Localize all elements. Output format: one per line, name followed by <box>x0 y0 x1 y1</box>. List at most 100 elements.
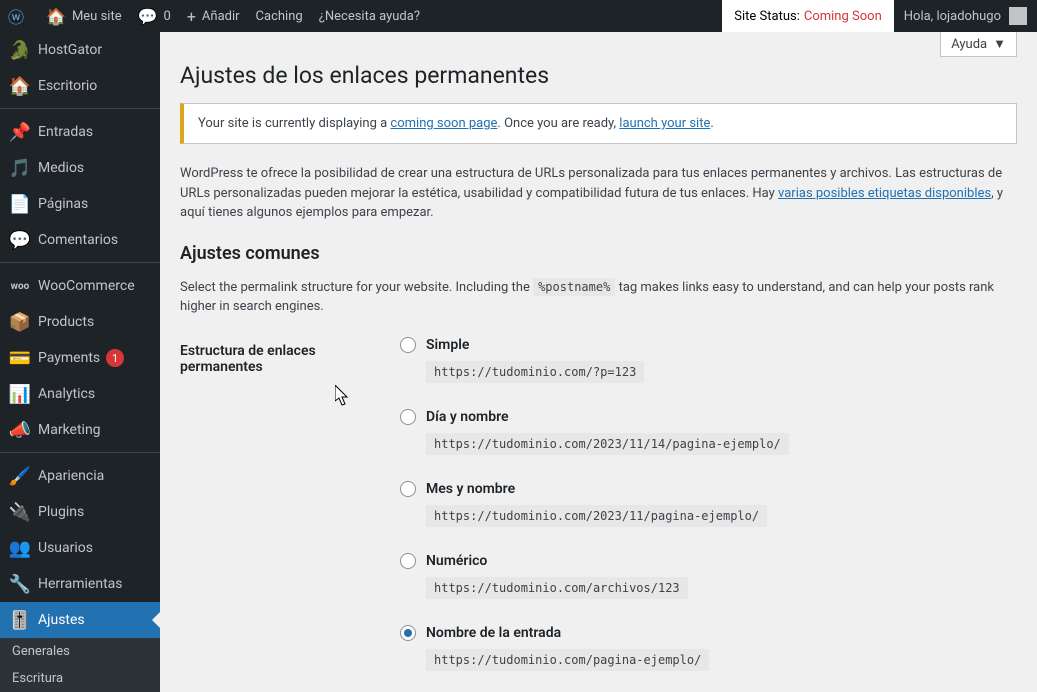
submenu-item-writing[interactable]: Escritura <box>0 665 160 692</box>
site-link[interactable]: 🏠Meu site <box>38 0 130 32</box>
pin-icon: 📌 <box>10 122 30 142</box>
radio-label[interactable]: Mes y nombre <box>426 481 515 497</box>
hostgator-icon: 🐊 <box>10 40 30 60</box>
sidebar-item-tools[interactable]: 🔧Herramientas <box>0 566 160 602</box>
dashboard-icon: 🏠 <box>10 76 30 96</box>
wp-logo[interactable]: ⓦ <box>0 0 38 32</box>
menu-separator <box>0 258 160 263</box>
sidebar-item-appearance[interactable]: 🖌️ Apariencia <box>0 458 160 494</box>
radio-label[interactable]: Numérico <box>426 553 487 569</box>
content-area: Ayuda▼ Ajustes de los enlaces permanente… <box>160 32 1037 692</box>
sidebar-item-marketing[interactable]: 📣Marketing <box>0 412 160 448</box>
wrench-icon: 🔧 <box>10 574 30 594</box>
radio-month-name[interactable] <box>400 481 416 497</box>
sidebar-item-label: Ajustes <box>38 612 85 628</box>
menu-separator <box>0 104 160 109</box>
admin-toolbar: ⓦ 🏠Meu site 💬0 +Añadir Caching ¿Necesita… <box>0 0 1037 32</box>
radio-label[interactable]: Simple <box>426 337 469 353</box>
home-icon: 🏠 <box>46 7 66 26</box>
page-icon: 📄 <box>10 194 30 214</box>
notice-text-mid: . Once you are ready, <box>497 116 619 131</box>
coming-soon-notice: Your site is currently displaying a comi… <box>180 103 1017 144</box>
tags-available-link[interactable]: varias posibles etiquetas disponibles <box>778 186 991 201</box>
sidebar-item-label: Usuarios <box>38 540 93 556</box>
sidebar-item-users[interactable]: 👥 Usuarios <box>0 530 160 566</box>
toolbar-left: ⓦ 🏠Meu site 💬0 +Añadir Caching ¿Necesita… <box>0 0 722 32</box>
sidebar-item-label: WooCommerce <box>38 278 135 294</box>
sidebar-item-dashboard[interactable]: 🏠Escritorio <box>0 68 160 104</box>
notice-text-pre: Your site is currently displaying a <box>198 116 390 131</box>
comments-count: 0 <box>164 9 171 24</box>
sidebar-item-analytics[interactable]: 📊 Analytics <box>0 376 160 412</box>
submenu-label: Generales <box>12 644 70 659</box>
example-url: https://tudominio.com/pagina-ejemplo/ <box>426 649 709 671</box>
coming-soon-link[interactable]: coming soon page <box>390 116 497 131</box>
radio-numeric[interactable] <box>400 553 416 569</box>
common-settings-heading: Ajustes comunes <box>180 243 1017 264</box>
radio-simple[interactable] <box>400 337 416 353</box>
comment-icon: 💬 <box>10 230 30 250</box>
greeting-text: Hola, lojadohugo <box>904 9 1001 24</box>
radio-label[interactable]: Día y nombre <box>426 409 509 425</box>
sidebar-item-label: Payments <box>38 350 100 366</box>
site-status-label: Site Status: <box>734 9 800 24</box>
example-url: https://tudominio.com/2023/11/pagina-eje… <box>426 505 767 527</box>
radio-day-name[interactable] <box>400 409 416 425</box>
site-status[interactable]: Site Status:Coming Soon <box>722 0 893 32</box>
sidebar-item-comments[interactable]: 💬Comentarios <box>0 222 160 258</box>
help-tab[interactable]: Ayuda▼ <box>940 32 1017 57</box>
sidebar-item-label: Marketing <box>38 422 101 438</box>
comment-icon: 💬 <box>138 7 158 26</box>
example-url: https://tudominio.com/archivos/123 <box>426 577 688 599</box>
sidebar-item-posts[interactable]: 📌 Entradas <box>0 114 160 150</box>
sidebar-item-label: Entradas <box>38 124 93 140</box>
sidebar-item-products[interactable]: 📦Products <box>0 304 160 340</box>
sidebar-item-label: Analytics <box>38 386 95 402</box>
badge: 1 <box>106 349 124 367</box>
example-url: https://tudominio.com/?p=123 <box>426 361 644 383</box>
structure-options: Simple https://tudominio.com/?p=123 Día … <box>400 337 1017 692</box>
sidebar-item-plugins[interactable]: 🔌Plugins <box>0 494 160 530</box>
sidebar-item-payments[interactable]: 💳 Payments 1 <box>0 340 160 376</box>
toolbar-right: Site Status:Coming Soon Hola, lojadohugo <box>722 0 1037 32</box>
radio-label[interactable]: Nombre de la entrada <box>426 625 561 641</box>
sidebar-item-pages[interactable]: 📄Páginas <box>0 186 160 222</box>
radio-post-name[interactable] <box>400 625 416 641</box>
option-numeric: Numérico https://tudominio.com/archivos/… <box>400 553 1017 599</box>
admin-sidebar: 🐊HostGator 🏠Escritorio 📌 Entradas 🎵 Medios… <box>0 32 160 692</box>
intro-paragraph: WordPress te ofrece la posibilidad de cr… <box>180 164 1017 223</box>
sidebar-item-label: Medios <box>38 160 84 176</box>
comments-link[interactable]: 💬0 <box>130 0 179 32</box>
common-settings-desc: Select the permalink structure for your … <box>180 278 1017 317</box>
submenu-label: Escritura <box>12 671 63 686</box>
example-url: https://tudominio.com/2023/11/14/pagina-… <box>426 433 789 455</box>
plus-icon: + <box>187 7 196 26</box>
add-new-link[interactable]: + Añadir <box>179 0 248 32</box>
notice-text-end: . <box>710 116 713 131</box>
submenu-item-general[interactable]: Generales <box>0 638 160 665</box>
sidebar-item-media[interactable]: 🎵 Medios <box>0 150 160 186</box>
option-day-name: Día y nombre https://tudominio.com/2023/… <box>400 409 1017 455</box>
media-icon: 🎵 <box>10 158 30 178</box>
analytics-icon: 📊 <box>10 384 30 404</box>
launch-site-link[interactable]: launch your site <box>619 116 710 131</box>
users-icon: 👥 <box>10 538 30 558</box>
page-title: Ajustes de los enlaces permanentes <box>180 62 1017 89</box>
structure-label: Estructura de enlaces permanentes <box>180 337 400 692</box>
sliders-icon: 🎚️ <box>10 610 30 630</box>
add-new-label: Añadir <box>202 9 240 24</box>
brush-icon: 🖌️ <box>10 466 30 486</box>
sidebar-item-settings[interactable]: 🎚️ Ajustes <box>0 602 160 638</box>
postname-code: %postname% <box>533 278 615 296</box>
sidebar-item-label: Plugins <box>38 504 84 520</box>
sidebar-item-hostgator[interactable]: 🐊HostGator <box>0 32 160 68</box>
user-greeting[interactable]: Hola, lojadohugo <box>894 0 1037 32</box>
help-question-label: ¿Necesita ayuda? <box>319 9 420 24</box>
help-tab-label: Ayuda <box>951 37 987 52</box>
help-question-link[interactable]: ¿Necesita ayuda? <box>311 0 428 32</box>
sidebar-item-label: Apariencia <box>38 468 104 484</box>
payments-icon: 💳 <box>10 348 30 368</box>
caching-link[interactable]: Caching <box>248 0 311 32</box>
sidebar-item-woocommerce[interactable]: wooWooCommerce <box>0 268 160 304</box>
caching-label: Caching <box>256 9 303 24</box>
